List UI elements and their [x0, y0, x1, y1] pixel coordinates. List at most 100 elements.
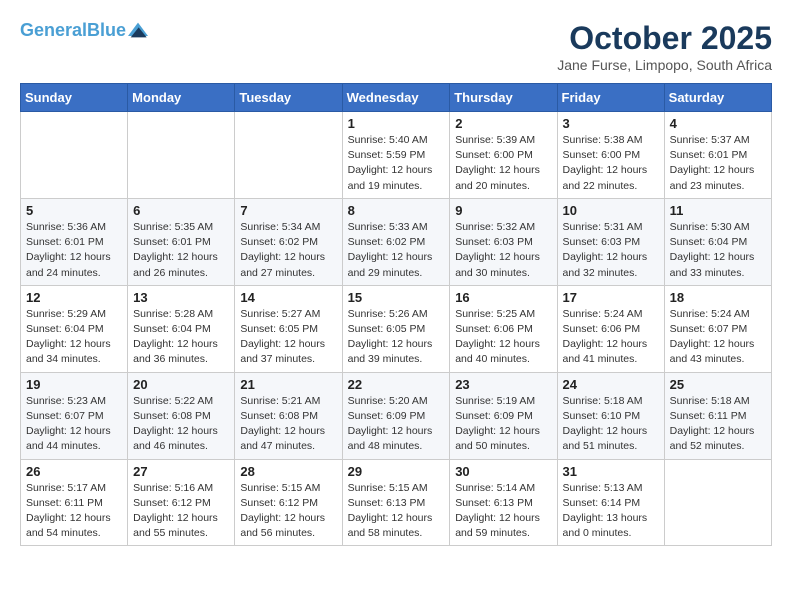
day-info: Sunrise: 5:24 AMSunset: 6:06 PMDaylight:…	[563, 307, 659, 368]
day-info: Sunrise: 5:21 AMSunset: 6:08 PMDaylight:…	[240, 394, 336, 455]
week-row-3: 12Sunrise: 5:29 AMSunset: 6:04 PMDayligh…	[21, 285, 772, 372]
day-number: 19	[26, 377, 122, 392]
calendar-table: SundayMondayTuesdayWednesdayThursdayFrid…	[20, 83, 772, 546]
calendar-cell: 24Sunrise: 5:18 AMSunset: 6:10 PMDayligh…	[557, 372, 664, 459]
day-info: Sunrise: 5:16 AMSunset: 6:12 PMDaylight:…	[133, 481, 229, 542]
day-number: 30	[455, 464, 551, 479]
week-row-5: 26Sunrise: 5:17 AMSunset: 6:11 PMDayligh…	[21, 459, 772, 546]
day-number: 16	[455, 290, 551, 305]
calendar-cell: 12Sunrise: 5:29 AMSunset: 6:04 PMDayligh…	[21, 285, 128, 372]
day-info: Sunrise: 5:25 AMSunset: 6:06 PMDaylight:…	[455, 307, 551, 368]
calendar-cell: 28 Sunrise: 5:15 AMSunset: 6:12 PMDayligh…	[235, 459, 342, 546]
title-section: October 2025 Jane Furse, Limpopo, South …	[557, 20, 772, 73]
calendar-cell: 21 Sunrise: 5:21 AMSunset: 6:08 PMDayligh…	[235, 372, 342, 459]
day-info: Sunrise: 5:33 AMSunset: 6:02 PMDaylight:…	[348, 220, 445, 281]
location-subtitle: Jane Furse, Limpopo, South Africa	[557, 57, 772, 73]
day-number: 6	[133, 203, 229, 218]
logo: GeneralBlue	[20, 20, 148, 42]
day-number: 22	[348, 377, 445, 392]
day-info: Sunrise: 5:30 AMSunset: 6:04 PMDaylight:…	[670, 220, 766, 281]
calendar-cell: 10Sunrise: 5:31 AMSunset: 6:03 PMDayligh…	[557, 198, 664, 285]
day-number: 21	[240, 377, 336, 392]
day-number: 4	[670, 116, 766, 131]
calendar-cell: 15 Sunrise: 5:26 AMSunset: 6:05 PMDayligh…	[342, 285, 450, 372]
day-info: Sunrise: 5:28 AMSunset: 6:04 PMDaylight:…	[133, 307, 229, 368]
day-number: 1	[348, 116, 445, 131]
calendar-cell: 23Sunrise: 5:19 AMSunset: 6:09 PMDayligh…	[450, 372, 557, 459]
week-row-2: 5 Sunrise: 5:36 AMSunset: 6:01 PMDaylight…	[21, 198, 772, 285]
day-info: Sunrise: 5:13 AMSunset: 6:14 PMDaylight:…	[563, 481, 659, 542]
day-number: 20	[133, 377, 229, 392]
day-number: 25	[670, 377, 766, 392]
week-row-4: 19 Sunrise: 5:23 AMSunset: 6:07 PMDayligh…	[21, 372, 772, 459]
day-number: 14	[240, 290, 336, 305]
calendar-cell: 25Sunrise: 5:18 AMSunset: 6:11 PMDayligh…	[664, 372, 771, 459]
calendar-cell	[664, 459, 771, 546]
weekday-header-saturday: Saturday	[664, 84, 771, 112]
weekday-header-row: SundayMondayTuesdayWednesdayThursdayFrid…	[21, 84, 772, 112]
weekday-header-wednesday: Wednesday	[342, 84, 450, 112]
day-info: Sunrise: 5:40 AMSunset: 5:59 PMDaylight:…	[348, 133, 445, 194]
day-number: 12	[26, 290, 122, 305]
day-number: 17	[563, 290, 659, 305]
calendar-cell: 31 Sunrise: 5:13 AMSunset: 6:14 PMDayligh…	[557, 459, 664, 546]
calendar-cell: 11 Sunrise: 5:30 AMSunset: 6:04 PMDayligh…	[664, 198, 771, 285]
calendar-cell: 6Sunrise: 5:35 AMSunset: 6:01 PMDaylight…	[128, 198, 235, 285]
day-info: Sunrise: 5:36 AMSunset: 6:01 PMDaylight:…	[26, 220, 122, 281]
day-number: 3	[563, 116, 659, 131]
weekday-header-sunday: Sunday	[21, 84, 128, 112]
day-info: Sunrise: 5:15 AMSunset: 6:12 PMDaylight:…	[240, 481, 336, 542]
weekday-header-tuesday: Tuesday	[235, 84, 342, 112]
day-number: 15	[348, 290, 445, 305]
day-info: Sunrise: 5:14 AMSunset: 6:13 PMDaylight:…	[455, 481, 551, 542]
day-number: 27	[133, 464, 229, 479]
week-row-1: 1 Sunrise: 5:40 AMSunset: 5:59 PMDaylight…	[21, 112, 772, 199]
day-number: 7	[240, 203, 336, 218]
day-info: Sunrise: 5:27 AMSunset: 6:05 PMDaylight:…	[240, 307, 336, 368]
calendar-cell	[128, 112, 235, 199]
month-title: October 2025	[557, 20, 772, 57]
day-info: Sunrise: 5:26 AMSunset: 6:05 PMDaylight:…	[348, 307, 445, 368]
calendar-cell: 27 Sunrise: 5:16 AMSunset: 6:12 PMDayligh…	[128, 459, 235, 546]
calendar-cell: 17 Sunrise: 5:24 AMSunset: 6:06 PMDayligh…	[557, 285, 664, 372]
day-info: Sunrise: 5:20 AMSunset: 6:09 PMDaylight:…	[348, 394, 445, 455]
weekday-header-thursday: Thursday	[450, 84, 557, 112]
day-info: Sunrise: 5:24 AMSunset: 6:07 PMDaylight:…	[670, 307, 766, 368]
day-number: 13	[133, 290, 229, 305]
logo-icon	[128, 21, 148, 41]
day-number: 29	[348, 464, 445, 479]
calendar-cell: 20 Sunrise: 5:22 AMSunset: 6:08 PMDayligh…	[128, 372, 235, 459]
calendar-cell: 16 Sunrise: 5:25 AMSunset: 6:06 PMDayligh…	[450, 285, 557, 372]
calendar-cell: 13 Sunrise: 5:28 AMSunset: 6:04 PMDayligh…	[128, 285, 235, 372]
calendar-cell: 14 Sunrise: 5:27 AMSunset: 6:05 PMDayligh…	[235, 285, 342, 372]
day-number: 23	[455, 377, 551, 392]
header: GeneralBlue October 2025 Jane Furse, Lim…	[20, 20, 772, 73]
calendar-cell: 22 Sunrise: 5:20 AMSunset: 6:09 PMDayligh…	[342, 372, 450, 459]
calendar-cell: 8 Sunrise: 5:33 AMSunset: 6:02 PMDaylight…	[342, 198, 450, 285]
calendar-cell: 1 Sunrise: 5:40 AMSunset: 5:59 PMDaylight…	[342, 112, 450, 199]
day-number: 2	[455, 116, 551, 131]
calendar-cell: 19 Sunrise: 5:23 AMSunset: 6:07 PMDayligh…	[21, 372, 128, 459]
day-info: Sunrise: 5:15 AMSunset: 6:13 PMDaylight:…	[348, 481, 445, 542]
day-info: Sunrise: 5:22 AMSunset: 6:08 PMDaylight:…	[133, 394, 229, 455]
calendar-cell	[235, 112, 342, 199]
day-number: 28	[240, 464, 336, 479]
day-number: 26	[26, 464, 122, 479]
day-info: Sunrise: 5:23 AMSunset: 6:07 PMDaylight:…	[26, 394, 122, 455]
calendar-cell: 3Sunrise: 5:38 AMSunset: 6:00 PMDaylight…	[557, 112, 664, 199]
weekday-header-friday: Friday	[557, 84, 664, 112]
calendar-cell: 2 Sunrise: 5:39 AMSunset: 6:00 PMDaylight…	[450, 112, 557, 199]
day-number: 31	[563, 464, 659, 479]
calendar-cell	[21, 112, 128, 199]
day-info: Sunrise: 5:32 AMSunset: 6:03 PMDaylight:…	[455, 220, 551, 281]
calendar-cell: 7Sunrise: 5:34 AMSunset: 6:02 PMDaylight…	[235, 198, 342, 285]
day-number: 8	[348, 203, 445, 218]
day-info: Sunrise: 5:39 AMSunset: 6:00 PMDaylight:…	[455, 133, 551, 194]
day-number: 5	[26, 203, 122, 218]
day-number: 10	[563, 203, 659, 218]
calendar-cell: 30 Sunrise: 5:14 AMSunset: 6:13 PMDayligh…	[450, 459, 557, 546]
day-number: 11	[670, 203, 766, 218]
weekday-header-monday: Monday	[128, 84, 235, 112]
day-info: Sunrise: 5:18 AMSunset: 6:10 PMDaylight:…	[563, 394, 659, 455]
day-number: 18	[670, 290, 766, 305]
